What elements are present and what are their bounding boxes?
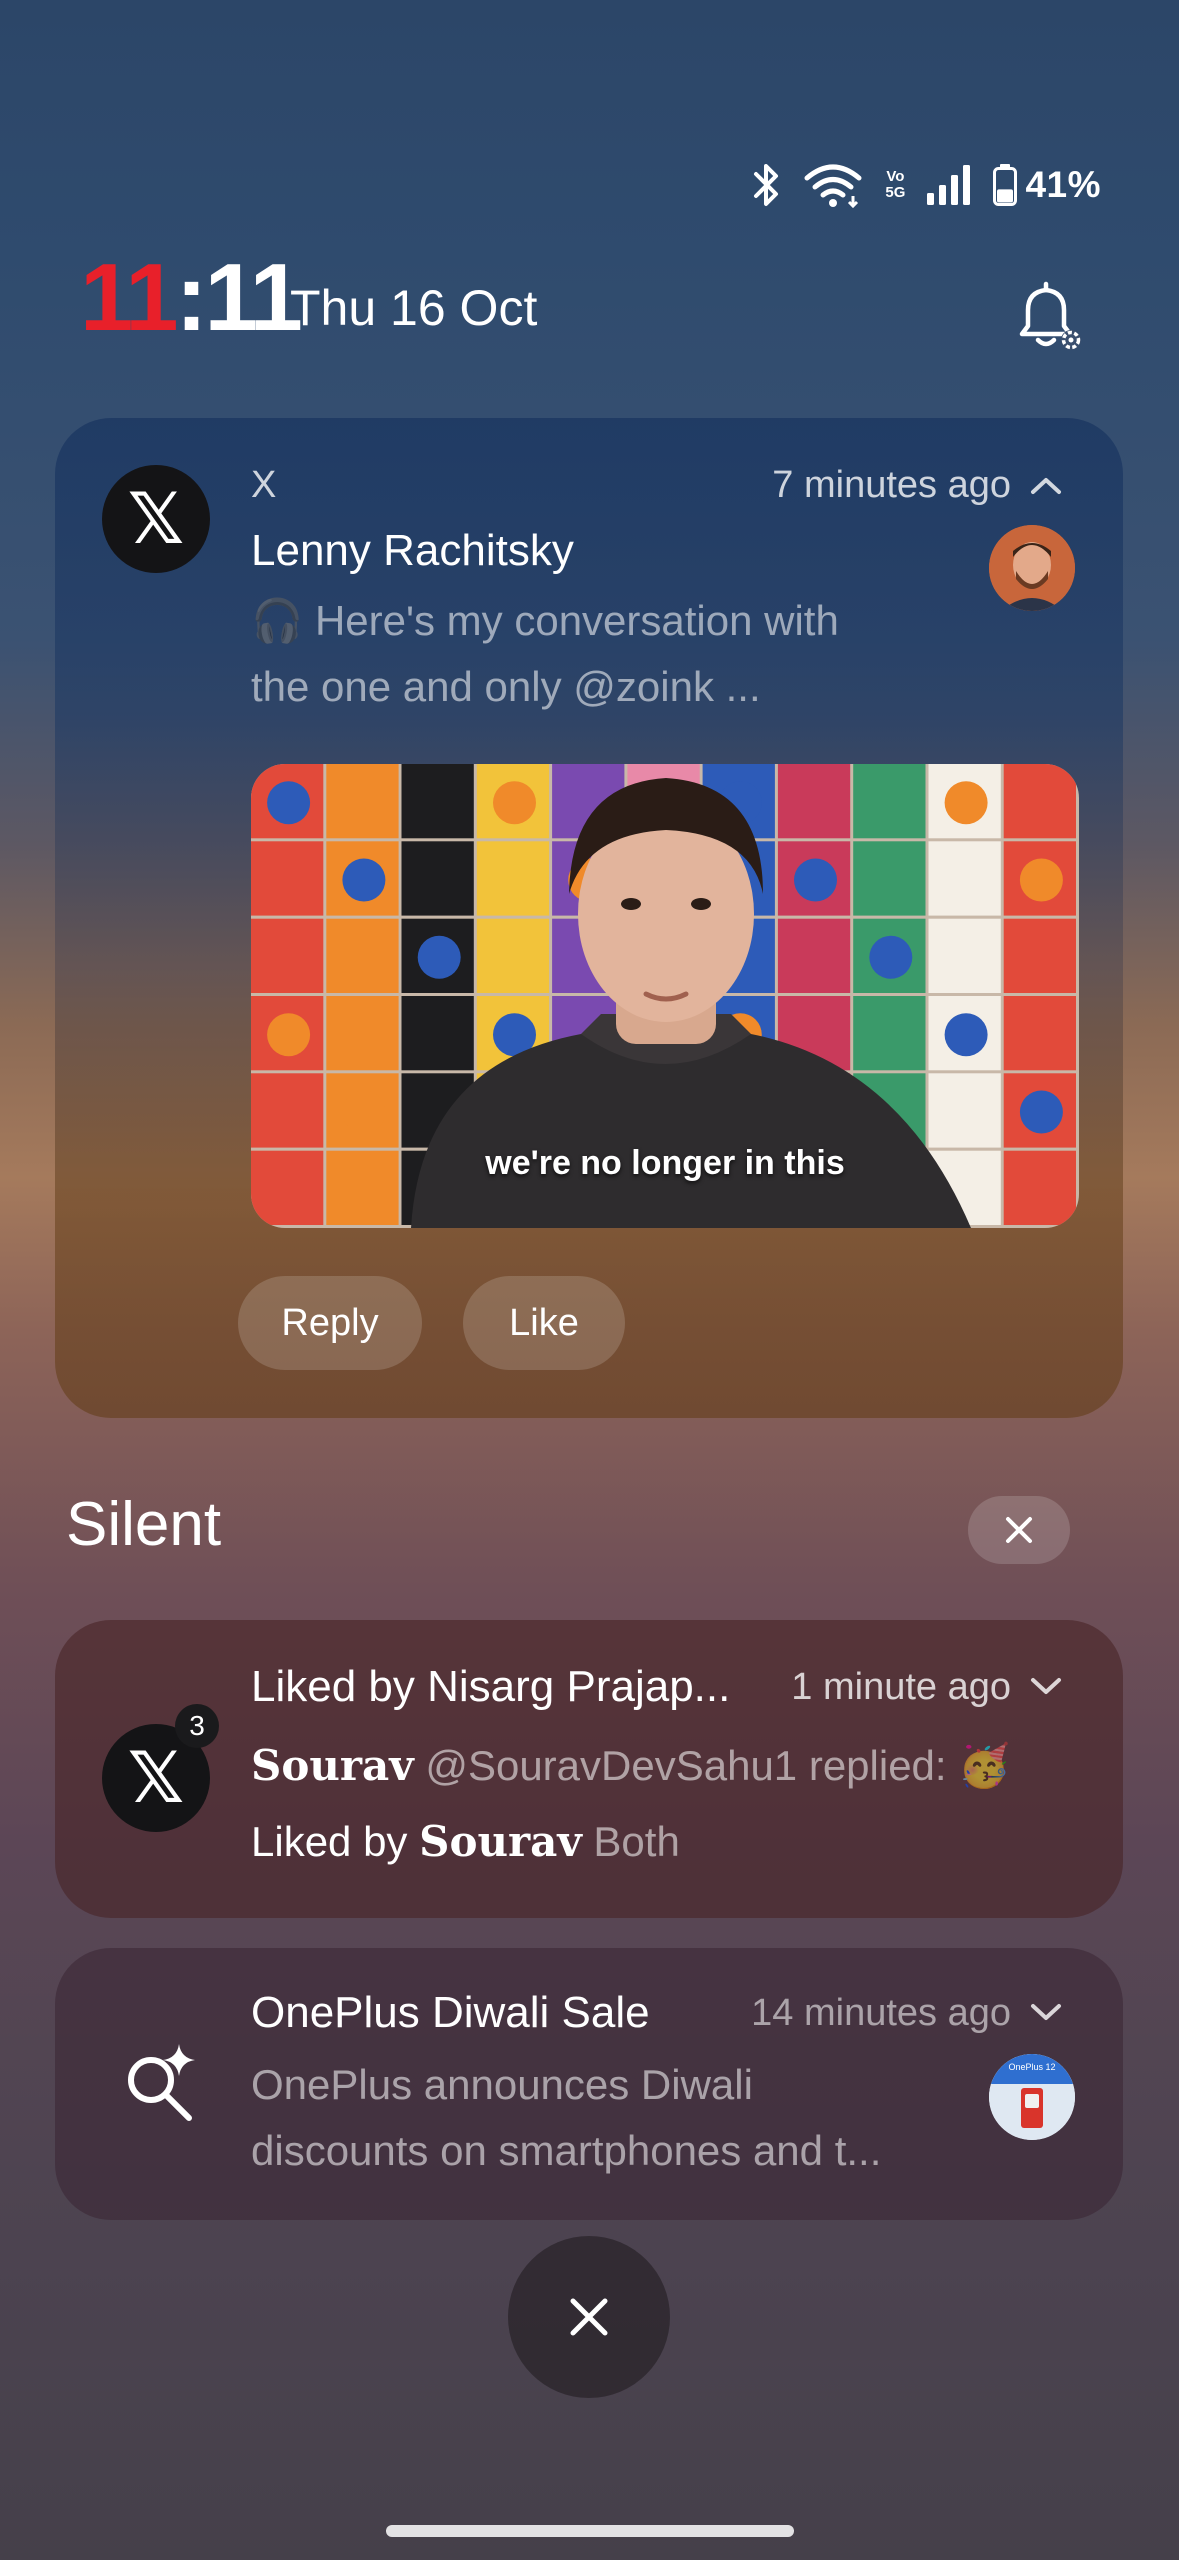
quilt-tile: [853, 841, 926, 916]
notification-title: Lenny Rachitsky: [251, 526, 574, 575]
quilt-tile: [401, 841, 474, 916]
quilt-tile-motif: [1019, 858, 1063, 902]
quilt-tile: [1003, 996, 1076, 1071]
battery-icon: [993, 164, 1018, 206]
notification-card-x-likes[interactable]: 𝕏 3 Liked by Nisarg Prajap... 1 minute a…: [55, 1620, 1123, 1918]
quilt-tile-motif: [869, 935, 913, 979]
clear-silent-button[interactable]: [968, 1496, 1070, 1564]
reply-author-name: Sourav: [251, 1741, 414, 1790]
quilt-tile: [777, 764, 851, 839]
clock-minute: 11: [204, 244, 302, 351]
thumbnail-label: OnePlus 12: [1008, 2062, 1056, 2072]
quilt-tile: [251, 841, 324, 916]
quilt-tile-motif: [417, 935, 461, 979]
sender-avatar: [989, 525, 1075, 611]
collapse-chevron-icon[interactable]: [1029, 474, 1063, 496]
article-thumbnail: OnePlus 12: [989, 2054, 1075, 2140]
lockscreen-date: Thu 16 Oct: [290, 280, 538, 336]
lockscreen-clock: 11:11: [80, 248, 303, 348]
quilt-tile-motif: [342, 1090, 386, 1134]
notification-text-line3: Liked by Sourav Both: [251, 1814, 680, 1870]
close-icon: [570, 2298, 608, 2336]
search-sparkle-icon: [128, 2044, 195, 2121]
expand-chevron-icon[interactable]: [1029, 2002, 1063, 2024]
quilt-tile: [326, 918, 399, 993]
dismiss-all-button[interactable]: [508, 2236, 670, 2398]
video-caption: we're no longer in this: [485, 1144, 845, 1182]
bluetooth-icon: [754, 164, 779, 206]
quilt-tile: [928, 1073, 1001, 1148]
signal-icon: [927, 165, 971, 205]
liked-text-rest: Both: [593, 1818, 680, 1865]
quilt-tile: [401, 996, 474, 1071]
wifi-icon: [804, 164, 862, 208]
quilt-tile: [853, 764, 926, 839]
clock-hour: 11: [80, 244, 178, 351]
notification-time: 14 minutes ago: [751, 1992, 1011, 2034]
quilt-tile: [777, 918, 851, 993]
notification-text-line2: the one and only @zoink ...: [251, 663, 761, 710]
quilt-tile: [476, 841, 550, 916]
notification-text-line2: discounts on smartphones and t...: [251, 2127, 882, 2174]
quilt-tile-motif: [342, 858, 386, 902]
reply-text: @SouravDevSahu1 replied: 🥳: [425, 1742, 1011, 1789]
volte-5g-indicator: Vo 5G: [885, 169, 905, 201]
notification-card-oneplus[interactable]: OnePlus Diwali Sale 14 minutes ago OnePl…: [55, 1948, 1123, 2220]
quilt-tile-motif: [944, 781, 988, 825]
quilt-tile-motif: [267, 781, 311, 825]
quilt-tile: [928, 918, 1001, 993]
quilt-tile-motif: [1019, 1090, 1063, 1134]
status-bar: Vo 5G 41%: [751, 150, 1101, 220]
quilt-tile: [1003, 918, 1076, 993]
network-label-top: Vo: [886, 168, 905, 185]
quilt-tile: [1003, 764, 1076, 839]
clock-separator: :: [175, 244, 207, 351]
quilt-tile: [326, 764, 399, 839]
expand-chevron-icon[interactable]: [1029, 1676, 1063, 1698]
quilt-tile-motif: [794, 858, 837, 902]
quilt-tile: [476, 918, 550, 993]
quilt-tile: [401, 764, 474, 839]
quilt-tile: [928, 841, 1001, 916]
quilt-tile-motif: [267, 1013, 311, 1057]
quilt-tile: [853, 996, 926, 1071]
x-logo-icon: 𝕏: [102, 465, 210, 573]
network-label-bottom: 5G: [885, 184, 906, 201]
notification-text-line2: Sourav @SouravDevSahu1 replied: 🥳: [251, 1738, 1011, 1794]
like-button[interactable]: Like: [463, 1276, 625, 1370]
notification-text-line1: 🎧 Here's my conversation with: [251, 597, 839, 644]
quilt-tile-motif: [493, 781, 536, 825]
notification-count: 3: [189, 1710, 205, 1741]
quilt-tile: [326, 996, 399, 1071]
notification-time: 1 minute ago: [791, 1666, 1011, 1708]
home-indicator[interactable]: [386, 2525, 794, 2537]
notification-card-x[interactable]: 𝕏 X 7 minutes ago Lenny Rachitsky 🎧 Here…: [55, 418, 1123, 1418]
silent-section-label: Silent: [66, 1490, 222, 1559]
battery-indicator: 41%: [993, 164, 1101, 206]
liked-by-name: Sourav: [419, 1817, 582, 1866]
notification-time: 7 minutes ago: [772, 464, 1011, 506]
quilt-tile-motif: [944, 1013, 988, 1057]
notification-settings-icon[interactable]: [1008, 278, 1084, 354]
quilt-tile: [251, 918, 324, 993]
notification-title: Liked by Nisarg Prajap...: [251, 1662, 731, 1711]
video-preview[interactable]: we're no longer in this: [251, 764, 1079, 1228]
notification-app-name: X: [251, 464, 277, 506]
battery-percent: 41%: [1025, 164, 1101, 205]
liked-by-prefix: Liked by: [251, 1818, 408, 1865]
close-icon: [1006, 1517, 1032, 1543]
notification-title: OnePlus Diwali Sale: [251, 1988, 650, 2037]
quilt-tile: [251, 1073, 324, 1148]
reply-button[interactable]: Reply: [238, 1276, 422, 1370]
notification-text-line1: OnePlus announces Diwali: [251, 2061, 753, 2108]
notification-count-badge: 3: [175, 1704, 219, 1748]
